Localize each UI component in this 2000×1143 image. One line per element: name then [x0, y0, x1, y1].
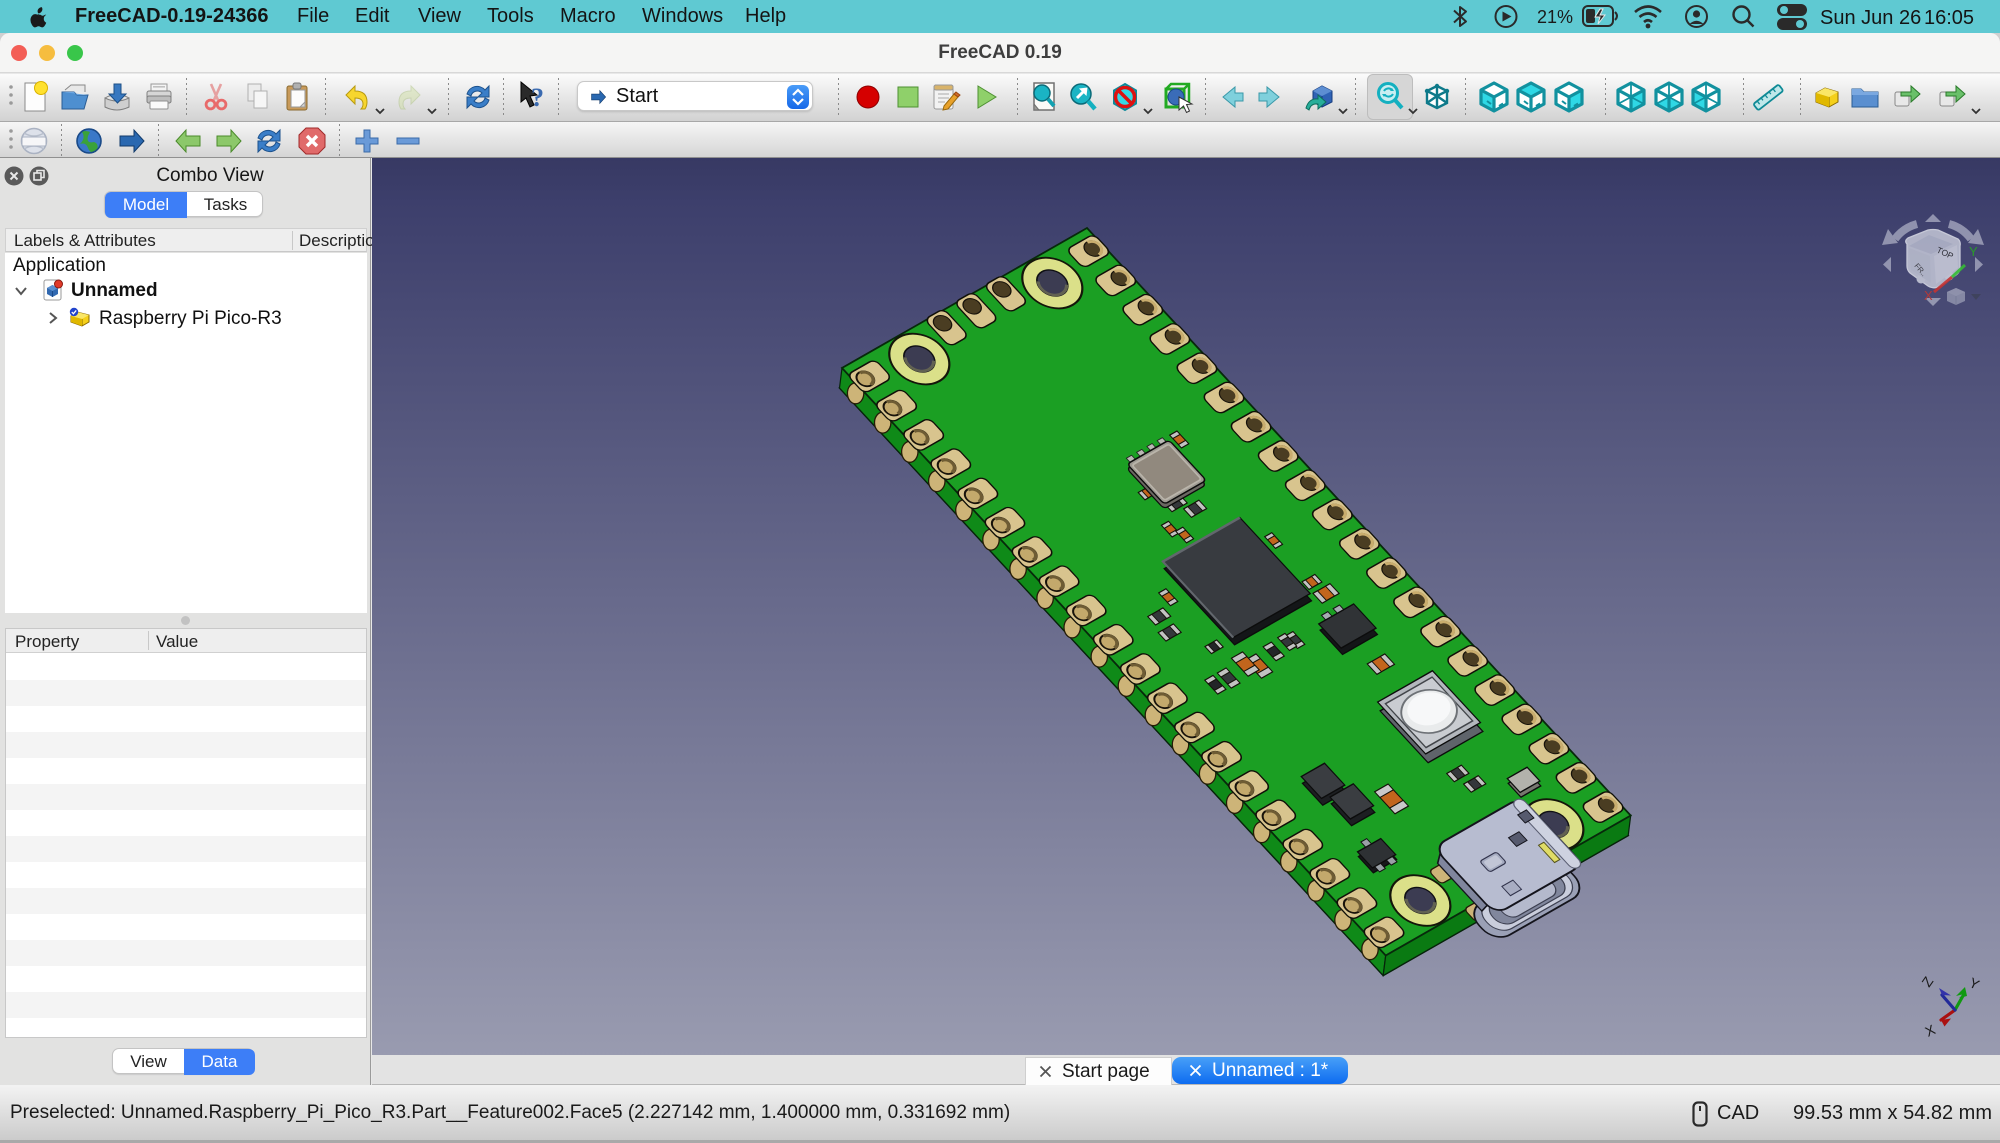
svg-text:?: ?	[531, 83, 544, 112]
svg-text:21%: 21%	[1537, 7, 1573, 27]
svg-text:16:05: 16:05	[1924, 7, 1974, 29]
svg-text:Y: Y	[1969, 244, 1978, 259]
svg-text:Sun Jun 26: Sun Jun 26	[1820, 7, 1921, 29]
svg-text:X: X	[1924, 288, 1933, 303]
